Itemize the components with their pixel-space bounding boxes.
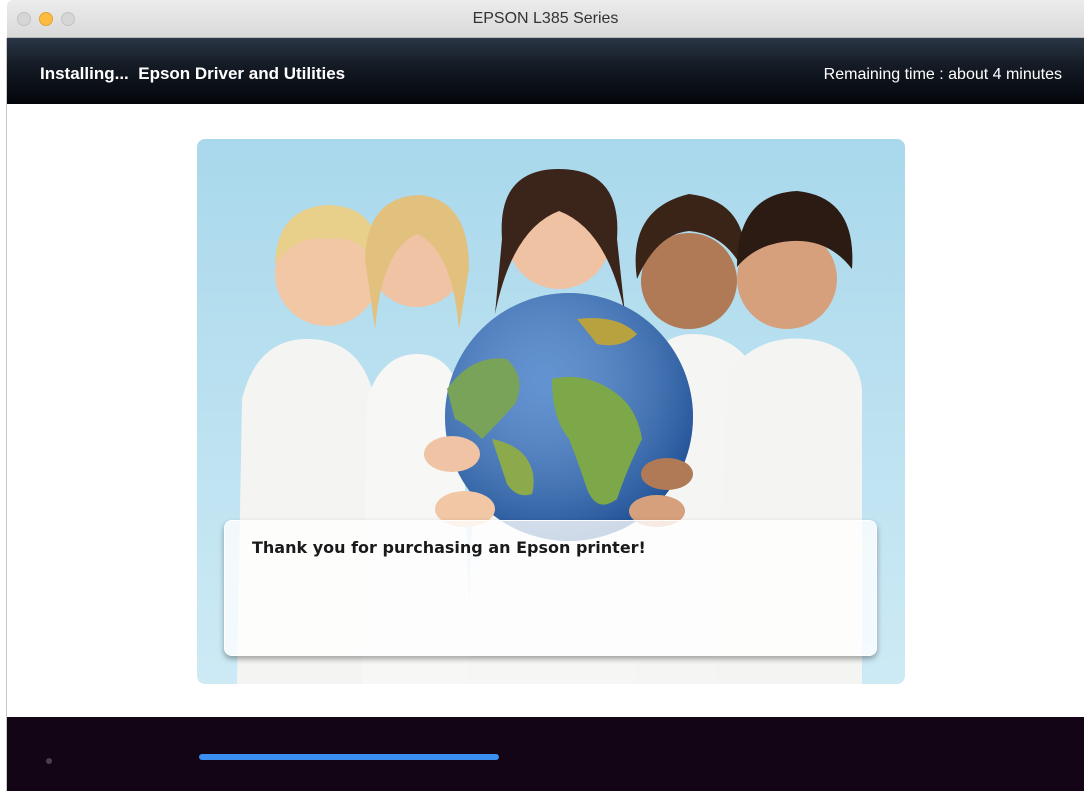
install-progress-fill <box>199 754 499 760</box>
remaining-time-text: Remaining time : about 4 minutes <box>823 66 1062 83</box>
status-indicator-dot <box>46 758 52 764</box>
install-status-text: Installing... Epson Driver and Utilities <box>40 64 346 83</box>
promo-slide: Thank you for purchasing an Epson printe… <box>197 139 905 684</box>
caption-box: Thank you for purchasing an Epson printe… <box>224 520 877 656</box>
window-title: EPSON L385 Series <box>472 10 619 27</box>
window-title-bar: EPSON L385 Series <box>7 0 1084 38</box>
installer-footer <box>7 717 1084 791</box>
window-border <box>6 38 7 791</box>
install-progress-bar <box>199 754 799 760</box>
thank-you-message: Thank you for purchasing an Epson printe… <box>252 538 646 557</box>
installer-header: Installing... Epson Driver and Utilities… <box>7 38 1084 104</box>
